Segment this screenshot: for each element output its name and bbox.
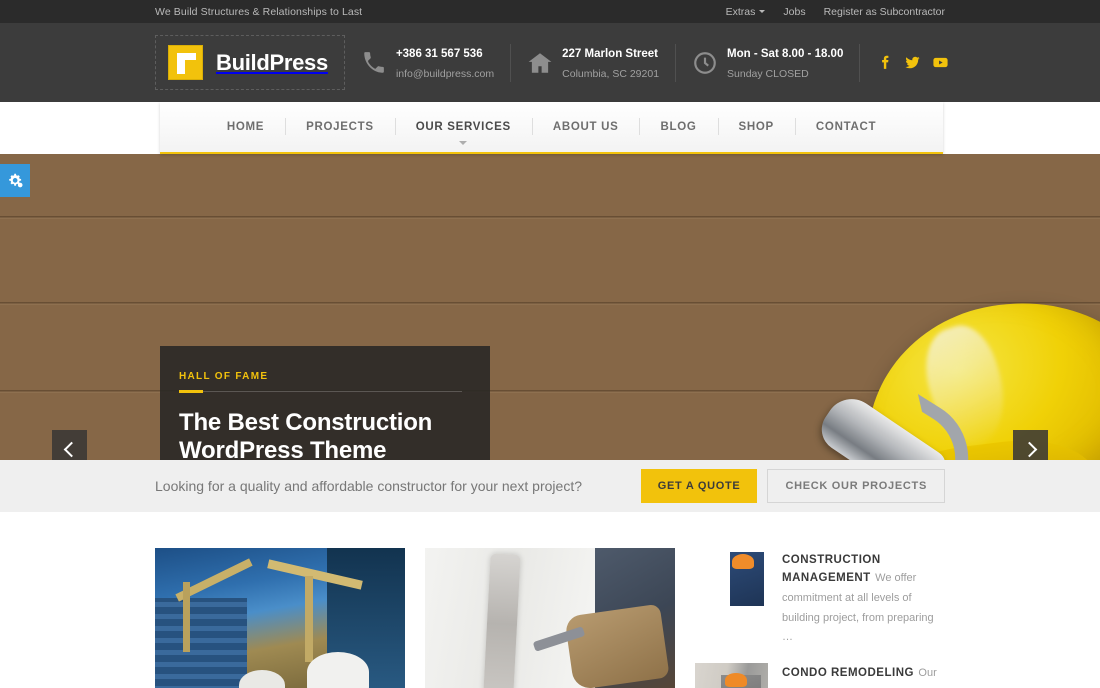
gallery-image-construction-site[interactable] bbox=[155, 548, 405, 688]
hero-eyebrow: HALL OF FAME bbox=[179, 371, 269, 382]
phone-icon bbox=[361, 50, 387, 76]
youtube-icon[interactable] bbox=[932, 54, 949, 71]
content-inner: CONSTRUCTION MANAGEMENT We offer commitm… bbox=[155, 512, 945, 688]
header-phone-number: +386 31 567 536 bbox=[395, 47, 483, 60]
site-header: BuildPress +386 31 567 536 info@buildpre… bbox=[0, 23, 1100, 102]
header-info-group: +386 31 567 536 info@buildpress.com 227 … bbox=[345, 43, 949, 83]
crane-mast-graphic bbox=[305, 576, 313, 662]
gears-icon bbox=[8, 173, 23, 188]
chevron-down-icon bbox=[459, 141, 468, 145]
topbar-link-extras-label: Extras bbox=[725, 5, 756, 18]
site-tagline: We Build Structures & Relationships to L… bbox=[155, 5, 363, 18]
site-header-inner: BuildPress +386 31 567 536 info@buildpre… bbox=[155, 23, 948, 102]
slider-prev-button[interactable] bbox=[52, 430, 87, 460]
header-phone-text: +386 31 567 536 info@buildpress.com bbox=[396, 43, 494, 83]
nav-item-blog[interactable]: BLOG bbox=[639, 101, 717, 153]
nav-item-about-us[interactable]: ABOUT US bbox=[531, 101, 640, 153]
clock-icon bbox=[692, 50, 718, 76]
weld-seam-graphic bbox=[483, 553, 521, 688]
nav-item-projects[interactable]: PROJECTS bbox=[285, 101, 395, 153]
chevron-down-icon bbox=[759, 10, 766, 13]
header-hours-info: Mon - Sat 8.00 - 18.00 Sunday CLOSED bbox=[676, 43, 861, 83]
content-section: CONSTRUCTION MANAGEMENT We offer commitm… bbox=[0, 512, 1100, 688]
crane-mast-graphic bbox=[183, 582, 190, 652]
home-icon bbox=[527, 50, 553, 76]
header-address-city: Columbia, SC 29201 bbox=[562, 67, 660, 80]
top-bar-inner: We Build Structures & Relationships to L… bbox=[155, 6, 945, 18]
facebook-icon[interactable] bbox=[876, 54, 893, 71]
twitter-icon[interactable] bbox=[904, 54, 921, 71]
service-item-condo-remodeling[interactable]: CONDO REMODELING Our round condo remodel… bbox=[695, 663, 945, 688]
theme-settings-tab[interactable] bbox=[0, 164, 30, 197]
check-our-projects-button[interactable]: CHECK OUR PROJECTS bbox=[767, 469, 945, 503]
main-navigation-list: HOME PROJECTS OUR SERVICES ABOUT US BLOG… bbox=[206, 101, 897, 153]
building-graphic bbox=[155, 598, 247, 688]
nav-item-our-services-label: OUR SERVICES bbox=[415, 121, 511, 133]
cta-bar-inner: Looking for a quality and affordable con… bbox=[155, 460, 945, 512]
services-list: CONSTRUCTION MANAGEMENT We offer commitm… bbox=[695, 548, 945, 688]
nav-item-shop[interactable]: SHOP bbox=[717, 101, 795, 153]
chevron-left-icon bbox=[63, 441, 79, 457]
condo-remodeling-thumb bbox=[695, 663, 768, 688]
nav-item-contact[interactable]: CONTACT bbox=[794, 101, 897, 153]
nav-item-home[interactable]: HOME bbox=[206, 101, 285, 153]
topbar-link-register-subcontractor[interactable]: Register as Subcontractor bbox=[815, 6, 945, 18]
service-title: CONDO REMODELING bbox=[782, 667, 914, 680]
header-address-text: 227 Marlon Street Columbia, SC 29201 bbox=[562, 43, 659, 83]
hero-slide-panel: HALL OF FAME The Best Construction WordP… bbox=[160, 346, 490, 460]
hero-eyebrow-rule bbox=[179, 390, 462, 393]
topbar-link-extras[interactable]: Extras bbox=[717, 6, 775, 18]
main-navigation: HOME PROJECTS OUR SERVICES ABOUT US BLOG… bbox=[160, 102, 943, 154]
header-address-info: 227 Marlon Street Columbia, SC 29201 bbox=[511, 43, 677, 83]
cta-bar: Looking for a quality and affordable con… bbox=[0, 460, 1100, 512]
buildpress-logo-icon bbox=[168, 45, 203, 80]
header-address-street: 227 Marlon Street bbox=[562, 47, 659, 60]
leather-glove-graphic bbox=[564, 603, 670, 688]
service-text: CONDO REMODELING Our round condo remodel… bbox=[782, 663, 945, 688]
header-hours-weekday: Mon - Sat 8.00 - 18.00 bbox=[727, 47, 844, 60]
site-logo-text: BuildPress bbox=[216, 49, 328, 75]
header-phone-info: +386 31 567 536 info@buildpress.com bbox=[345, 43, 512, 83]
header-hours-sunday: Sunday CLOSED bbox=[727, 67, 809, 80]
site-logo[interactable]: BuildPress bbox=[155, 35, 345, 90]
topbar-link-jobs[interactable]: Jobs bbox=[774, 6, 814, 18]
slider-next-button[interactable] bbox=[1013, 430, 1048, 460]
nav-item-our-services[interactable]: OUR SERVICES bbox=[394, 101, 532, 153]
header-hours-text: Mon - Sat 8.00 - 18.00 Sunday CLOSED bbox=[727, 43, 843, 83]
chevron-right-icon bbox=[1021, 441, 1037, 457]
get-a-quote-button[interactable]: GET A QUOTE bbox=[640, 469, 758, 503]
gallery-image-welding[interactable] bbox=[425, 548, 675, 688]
hero-slider: HALL OF FAME The Best Construction WordP… bbox=[0, 154, 1100, 460]
service-item-construction-management[interactable]: CONSTRUCTION MANAGEMENT We offer commitm… bbox=[695, 550, 945, 647]
top-bar: We Build Structures & Relationships to L… bbox=[0, 0, 1100, 23]
page-root: We Build Structures & Relationships to L… bbox=[0, 0, 1100, 688]
service-title: CONSTRUCTION MANAGEMENT bbox=[782, 554, 881, 584]
service-text: CONSTRUCTION MANAGEMENT We offer commitm… bbox=[782, 550, 945, 647]
top-bar-links: Extras Jobs Register as Subcontractor bbox=[717, 6, 945, 18]
construction-management-thumb bbox=[695, 550, 768, 606]
helmet-graphic bbox=[307, 652, 369, 688]
cta-headline: Looking for a quality and affordable con… bbox=[155, 478, 582, 494]
hero-title: The Best Construction WordPress Theme bbox=[179, 409, 433, 460]
header-email: info@buildpress.com bbox=[395, 67, 495, 80]
header-social-links bbox=[860, 54, 949, 71]
cta-buttons: GET A QUOTE CHECK OUR PROJECTS bbox=[640, 469, 945, 503]
